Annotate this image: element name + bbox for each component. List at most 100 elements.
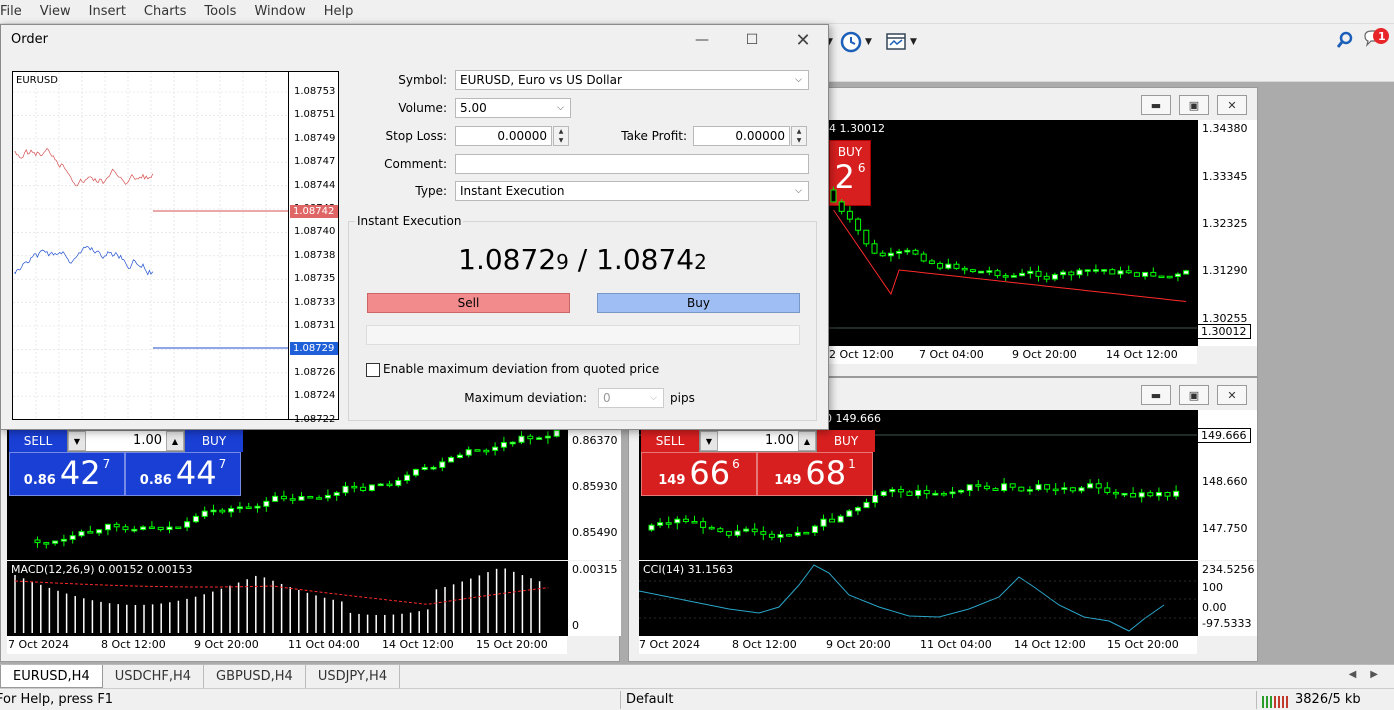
candle	[360, 486, 367, 491]
dialog-maximize-icon[interactable]: ☐	[739, 29, 765, 51]
candle	[263, 500, 270, 507]
candle	[518, 435, 525, 443]
sell-button[interactable]: SELL	[641, 430, 699, 452]
candle	[887, 252, 894, 257]
order-type-select[interactable]: Instant Execution ⌵	[455, 181, 809, 201]
buy-price-button[interactable]: 0.86 44 7	[125, 452, 241, 496]
volume-input[interactable]: 1.00	[86, 431, 166, 451]
macd-indicator-pane[interactable]: MACD(12,26,9) 0.00152 0.00153	[7, 561, 567, 636]
buy-button[interactable]: BUY	[185, 430, 243, 452]
time-tick-label: 9 Oct 20:00	[826, 638, 891, 651]
time-axis: 7 Oct 2024 8 Oct 12:00 9 Oct 20:00 11 Oct 0…	[639, 636, 1197, 654]
candle	[1104, 487, 1111, 493]
comment-input[interactable]	[455, 154, 809, 174]
bid-price-main: 1.0872	[458, 243, 557, 276]
dialog-close-icon[interactable]: ✕	[790, 29, 816, 51]
volume-input[interactable]: 1.00	[718, 431, 798, 451]
quote-separator: /	[568, 243, 597, 276]
volume-select[interactable]: 5.00 ⌵	[455, 98, 571, 118]
symbol-label: Symbol:	[398, 73, 447, 87]
max-deviation-select[interactable]: 0 ⌵	[598, 388, 664, 408]
chart-window-titlebar: ▬ ▣ ✕	[801, 88, 1257, 120]
candle	[272, 495, 279, 502]
symbol-select[interactable]: EURUSD, Euro vs US Dollar ⌵	[455, 70, 809, 90]
tab-usdchf[interactable]: USDCHF,H4	[103, 665, 205, 688]
take-profit-stepper[interactable]: ▲ ▼	[791, 126, 807, 146]
candle	[879, 252, 886, 257]
candle	[113, 523, 120, 528]
menu-file[interactable]: File	[0, 4, 34, 19]
candle	[1155, 492, 1162, 497]
buy-button[interactable]: Buy	[597, 293, 800, 313]
minimize-button[interactable]: ▬	[1141, 95, 1171, 115]
order-dialog: Order — ☐ ✕ EURUSD 1.08753 1.08751 1.08749…	[0, 24, 829, 430]
tab-usdjpy[interactable]: USDJPY,H4	[306, 665, 401, 688]
template-icon[interactable]: ▼	[885, 30, 917, 54]
axis-tick-label: 234.5256	[1202, 563, 1255, 576]
sell-button[interactable]: SELL	[9, 430, 67, 452]
candle	[1147, 492, 1154, 497]
stop-loss-input[interactable]: 0.00000	[455, 126, 552, 146]
dialog-minimize-icon[interactable]: —	[689, 29, 715, 51]
minimize-button[interactable]: ▬	[1141, 385, 1171, 405]
candle	[210, 509, 217, 513]
tab-eurusd[interactable]: EURUSD,H4	[0, 665, 103, 688]
time-tick-label: 15 Oct 20:00	[476, 638, 548, 651]
candle	[1044, 484, 1051, 490]
restore-button[interactable]: ▣	[1179, 385, 1209, 405]
candle	[465, 449, 472, 456]
volume-increase[interactable]: ▲	[166, 431, 184, 451]
indicator-axis: 0.00315 0	[567, 561, 621, 636]
close-button[interactable]: ✕	[1217, 95, 1247, 115]
candle	[192, 515, 199, 523]
cci-indicator-pane[interactable]: CCI(14) 31.1563	[639, 561, 1197, 636]
sell-button[interactable]: Sell	[367, 293, 570, 313]
candle	[122, 526, 129, 531]
candle	[1035, 270, 1042, 277]
take-profit-input[interactable]: 0.00000	[693, 126, 790, 146]
axis-tick-label: 0.85490	[572, 526, 618, 539]
candle	[648, 524, 655, 531]
candle	[854, 507, 861, 512]
menu-view[interactable]: View	[34, 4, 83, 19]
candle	[1019, 272, 1026, 277]
menu-help[interactable]: Help	[318, 4, 366, 19]
buy-button[interactable]: BUY	[817, 430, 875, 452]
search-icon[interactable]	[1336, 28, 1354, 52]
volume-control: ▼ 1.00 ▲	[699, 430, 817, 452]
volume-decrease[interactable]: ▼	[68, 431, 86, 451]
axis-tick-label: 1.34380	[1202, 122, 1248, 135]
candle	[992, 488, 999, 491]
menu-charts[interactable]: Charts	[138, 4, 199, 19]
bid-price-tag: 1.08729	[290, 342, 338, 355]
tab-scroll-right-icon[interactable]: ▶	[1370, 669, 1378, 680]
axis-tick-label: 0.00	[1202, 601, 1227, 614]
candle	[1092, 269, 1099, 272]
tab-scroll-left-icon[interactable]: ◀	[1349, 669, 1357, 680]
candle	[1060, 271, 1067, 276]
menu-insert[interactable]: Insert	[83, 4, 138, 19]
time-tick-label: 8 Oct 12:00	[732, 638, 797, 651]
deviation-checkbox[interactable]	[366, 363, 380, 377]
menu-window[interactable]: Window	[248, 4, 317, 19]
symbol-value: EURUSD, Euro vs US Dollar	[460, 73, 622, 87]
sell-price-button[interactable]: 0.86 42 7	[9, 452, 125, 496]
close-button[interactable]: ✕	[1217, 385, 1247, 405]
candle	[830, 189, 837, 203]
candle	[872, 495, 879, 503]
status-profile: Default	[626, 692, 674, 707]
axis-tick-label: -97.5333	[1202, 617, 1252, 630]
stop-loss-stepper[interactable]: ▲ ▼	[553, 126, 569, 146]
menu-tools[interactable]: Tools	[198, 4, 248, 19]
restore-button[interactable]: ▣	[1179, 95, 1209, 115]
candle	[166, 526, 173, 531]
clock-icon[interactable]: ▼	[840, 30, 872, 54]
volume-decrease[interactable]: ▼	[700, 431, 718, 451]
volume-increase[interactable]: ▲	[798, 431, 816, 451]
buy-price-button[interactable]: 149 68 1	[757, 452, 873, 496]
chat-icon[interactable]: 1	[1362, 26, 1392, 50]
tab-gbpusd[interactable]: GBPUSD,H4	[204, 665, 306, 688]
tick-axis-label: 1.08731	[294, 320, 336, 331]
sell-price-button[interactable]: 149 66 6	[641, 452, 757, 496]
price-chart[interactable]: 4 1.30012 BUY 2 6	[801, 120, 1197, 346]
